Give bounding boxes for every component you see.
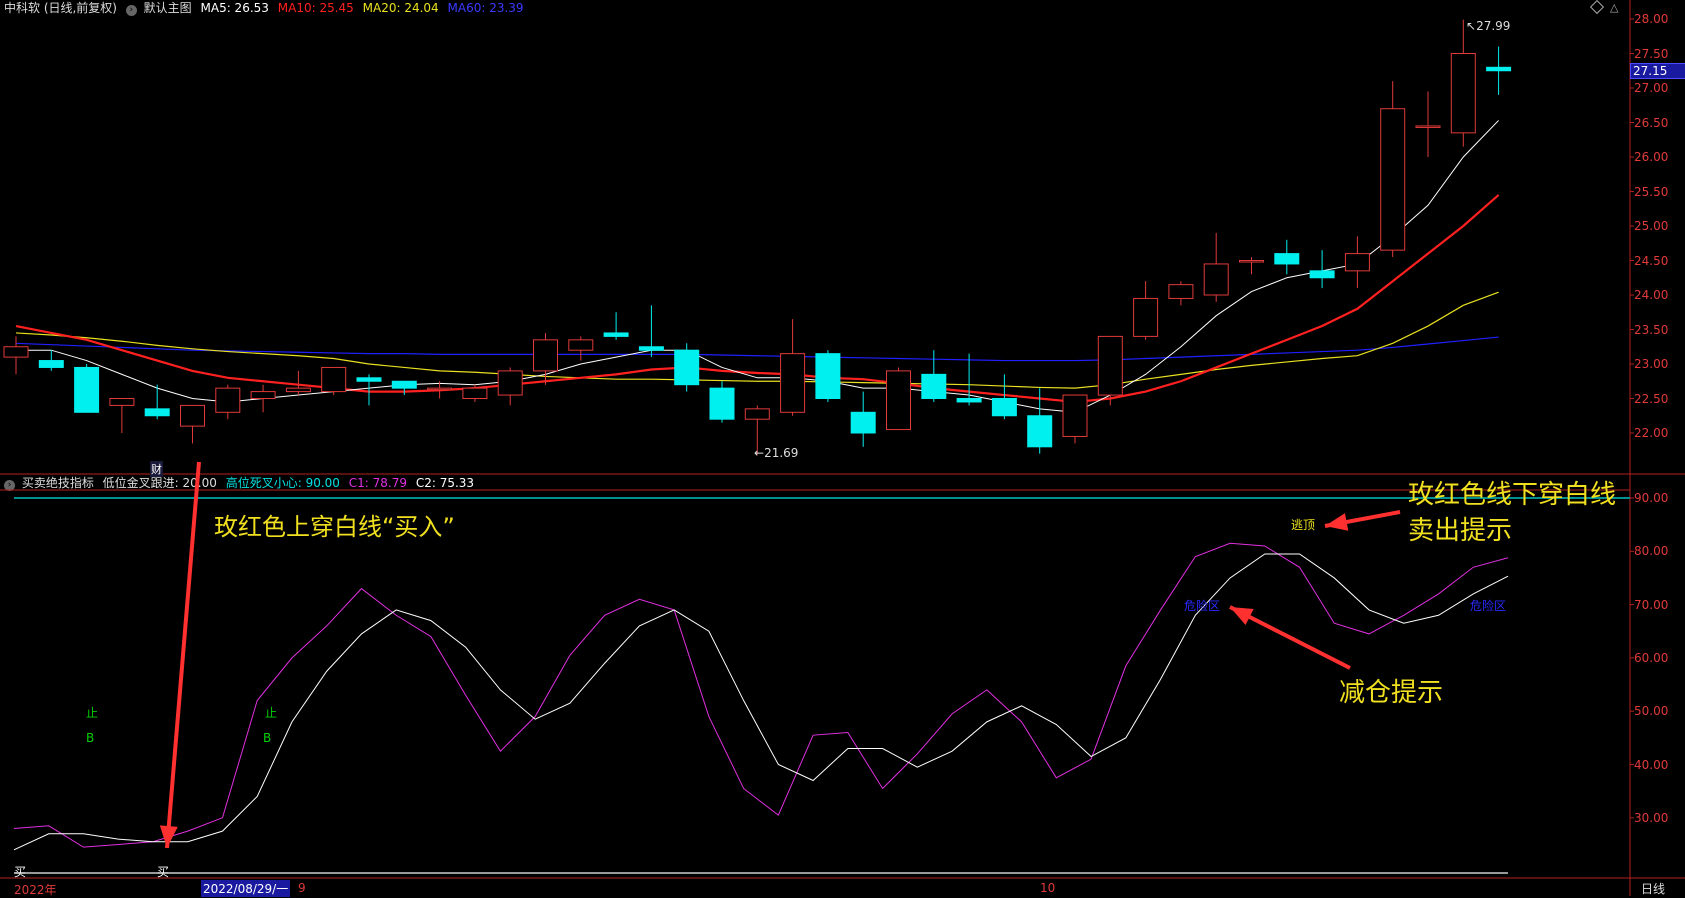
danger-zone-signal: 危险区 bbox=[1470, 599, 1507, 613]
stop-signal: 止 bbox=[265, 706, 278, 720]
ma60-line bbox=[15, 336, 1499, 362]
candle-body bbox=[991, 398, 1017, 417]
buy-signal: 买 bbox=[157, 865, 170, 879]
candle-body bbox=[780, 353, 806, 413]
sell-arrow-head bbox=[1325, 513, 1349, 531]
candle-body bbox=[109, 398, 135, 406]
b-signal: B bbox=[86, 731, 95, 745]
candle-body bbox=[1380, 108, 1406, 251]
candle-body bbox=[1168, 284, 1194, 299]
candle-body bbox=[356, 377, 382, 382]
candle-body bbox=[744, 408, 770, 420]
c1-line bbox=[13, 542, 1509, 848]
y-tick-label: 24.50 bbox=[1634, 253, 1669, 268]
candle-body bbox=[568, 339, 594, 351]
y-tick-label: 30.00 bbox=[1634, 810, 1669, 825]
y-tick-label: 90.00 bbox=[1634, 491, 1669, 505]
candle-body bbox=[921, 373, 947, 400]
candle-body bbox=[1415, 125, 1441, 128]
y-tick-label: 26.00 bbox=[1634, 150, 1669, 164]
buy-annotation: 玫红色上穿白线“买入” bbox=[214, 513, 455, 541]
candle-body bbox=[1097, 335, 1123, 396]
candle-body bbox=[956, 398, 982, 403]
y-tick-label: 24.00 bbox=[1634, 288, 1669, 302]
y-tick-label: 26.50 bbox=[1634, 115, 1669, 130]
candle-body bbox=[3, 346, 29, 358]
x-axis-year: 2022年 bbox=[14, 883, 57, 897]
moving-average-lines bbox=[15, 120, 1500, 413]
y-tick-label: 28.00 bbox=[1634, 12, 1669, 26]
low-price-label: ←21.69 bbox=[754, 446, 799, 460]
buy-arrow bbox=[165, 461, 201, 849]
escape-top-signal: 逃顶 bbox=[1291, 518, 1316, 532]
candle-body bbox=[427, 387, 453, 391]
stock-chart-canvas[interactable] bbox=[0, 0, 1685, 896]
candle-body bbox=[497, 370, 523, 396]
candle-body bbox=[1450, 53, 1476, 134]
y-tick-label: 70.00 bbox=[1634, 597, 1669, 612]
high-price-label: ↖27.99 bbox=[1466, 19, 1511, 33]
candle-body bbox=[180, 404, 205, 427]
buy-signal: 买 bbox=[14, 865, 27, 879]
candle-body bbox=[38, 360, 64, 368]
x-axis-month: 9 bbox=[298, 881, 306, 895]
y-tick-label: 50.00 bbox=[1634, 704, 1669, 719]
candle-body bbox=[1274, 253, 1300, 265]
candle-body bbox=[1133, 297, 1159, 337]
candle-body bbox=[1239, 260, 1264, 263]
y-tick-label: 40.00 bbox=[1634, 757, 1669, 772]
candle-body bbox=[285, 387, 311, 393]
candlestick-series bbox=[3, 19, 1512, 455]
stop-signal: 止 bbox=[86, 706, 99, 720]
ma10-line bbox=[15, 194, 1500, 404]
period-button[interactable]: 日线 bbox=[1641, 880, 1665, 897]
candle-body bbox=[144, 408, 170, 417]
sell-annotation-line1: 玫红色线下穿白线 bbox=[1408, 480, 1617, 510]
candle-body bbox=[1203, 263, 1229, 296]
y-tick-label: 23.00 bbox=[1634, 357, 1669, 371]
reduce-annotation: 减仓提示 bbox=[1339, 678, 1444, 708]
y-tick-label: 25.50 bbox=[1634, 184, 1669, 199]
candle-body bbox=[638, 346, 664, 351]
x-axis-cursor-date: 2022/08/29/一 bbox=[201, 880, 291, 897]
candle-body bbox=[603, 332, 629, 337]
candle-body bbox=[1309, 270, 1335, 279]
y-tick-label: 22.00 bbox=[1634, 426, 1669, 440]
last-price-tag: 27.15 bbox=[1630, 63, 1685, 79]
candle-body bbox=[321, 366, 347, 393]
y-tick-label: 60.00 bbox=[1634, 650, 1669, 665]
x-axis-month: 10 bbox=[1040, 881, 1056, 895]
chart-frame bbox=[0, 0, 1685, 896]
c2-line bbox=[13, 553, 1509, 851]
y-tick-label: 23.50 bbox=[1634, 322, 1669, 337]
y-tick-label: 25.00 bbox=[1634, 219, 1669, 233]
y-tick-label: 27.50 bbox=[1634, 46, 1669, 61]
candle-body bbox=[533, 339, 558, 372]
b-signal: B bbox=[263, 731, 272, 745]
candle-body bbox=[1027, 415, 1053, 448]
candle-body bbox=[391, 380, 417, 389]
financial-event-marker[interactable]: 财 bbox=[150, 461, 163, 477]
candle-body bbox=[815, 353, 841, 399]
candle-body bbox=[1344, 253, 1370, 272]
candle-body bbox=[1486, 66, 1512, 72]
candle-body bbox=[674, 349, 700, 386]
ma5-line bbox=[16, 120, 1499, 413]
danger-zone-signal: 危险区 bbox=[1184, 599, 1221, 613]
candle-body bbox=[250, 391, 276, 400]
candle-body bbox=[1062, 394, 1088, 437]
candle-body bbox=[850, 411, 876, 434]
sell-annotation-line2: 卖出提示 bbox=[1408, 516, 1513, 546]
candle-body bbox=[215, 387, 241, 413]
candle-body bbox=[886, 370, 911, 431]
y-tick-label: 27.00 bbox=[1634, 81, 1669, 95]
candle-body bbox=[709, 387, 735, 420]
candle-body bbox=[74, 366, 100, 413]
y-tick-label: 22.50 bbox=[1634, 391, 1669, 406]
y-tick-label: 80.00 bbox=[1634, 544, 1669, 559]
candle-body bbox=[462, 387, 488, 399]
